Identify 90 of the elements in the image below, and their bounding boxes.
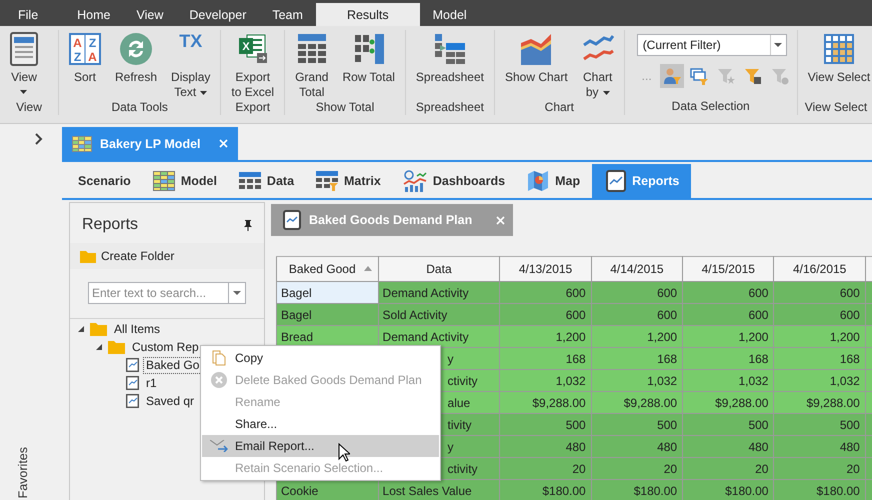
filter-dropdown[interactable]: (Current Filter) bbox=[636, 34, 787, 56]
tree-item[interactable]: r1 bbox=[143, 374, 160, 392]
menu-tab[interactable]: Results bbox=[316, 3, 420, 26]
caret-icon bbox=[233, 291, 241, 295]
text-icon: TX bbox=[179, 30, 202, 66]
tree-item[interactable]: All Items bbox=[111, 320, 164, 338]
filter-tool-button[interactable] bbox=[660, 64, 684, 88]
ribbon-button[interactable]: Spreadsheet bbox=[410, 30, 490, 100]
ribbon-button[interactable]: Row Total bbox=[336, 30, 401, 100]
ribbon-button[interactable]: A Z Z A Sort bbox=[63, 30, 107, 100]
tree-item[interactable]: Custom Rep bbox=[129, 338, 202, 356]
caret-icon bbox=[602, 90, 610, 95]
pin-icon[interactable] bbox=[244, 220, 252, 230]
search-field[interactable]: Enter text to search... bbox=[88, 282, 228, 304]
view-tab[interactable]: Matrix bbox=[306, 164, 391, 198]
grid-icon bbox=[72, 136, 92, 152]
group-label: View bbox=[15, 100, 43, 115]
close-icon[interactable] bbox=[218, 139, 228, 148]
document-icon bbox=[10, 32, 38, 66]
table-icon bbox=[238, 172, 261, 190]
close-icon[interactable] bbox=[496, 216, 506, 224]
favorites-tab[interactable]: Favorites bbox=[16, 446, 30, 498]
ribbon-button[interactable]: Show Chart bbox=[498, 30, 574, 100]
map-icon bbox=[527, 170, 550, 192]
group-label: Export bbox=[234, 100, 272, 115]
report-icon bbox=[126, 376, 139, 390]
column-header[interactable]: 4/16/2015 bbox=[774, 256, 866, 282]
report-icon bbox=[126, 394, 139, 408]
delete-icon bbox=[210, 372, 226, 388]
ribbon-button[interactable]: X Export to Excel bbox=[225, 30, 280, 100]
dropdown-button[interactable] bbox=[228, 282, 246, 304]
group-label: View Select bbox=[804, 100, 868, 115]
tree-item[interactable]: Saved qr bbox=[143, 392, 198, 410]
menu-tab[interactable]: Team bbox=[259, 3, 316, 26]
refresh-icon bbox=[120, 32, 152, 66]
row-total-icon bbox=[352, 32, 385, 66]
folder-icon bbox=[90, 322, 107, 336]
matrix-icon bbox=[316, 171, 338, 191]
group-label: Data Selection bbox=[670, 99, 751, 115]
email-icon bbox=[210, 440, 228, 452]
ribbon-button[interactable]: Refresh bbox=[109, 30, 164, 100]
dashboard-icon bbox=[402, 170, 427, 192]
ribbon-button[interactable]: TX Display Text bbox=[165, 30, 216, 100]
group-label: Chart bbox=[544, 100, 575, 115]
mouse-cursor-icon bbox=[338, 443, 350, 462]
view-tab[interactable]: Model bbox=[142, 164, 227, 198]
ribbon-button[interactable]: View Select bbox=[802, 30, 870, 100]
column-header[interactable]: 4/13/2015 bbox=[500, 256, 592, 282]
report-icon bbox=[283, 210, 301, 230]
column-header[interactable]: Baked Good bbox=[276, 256, 378, 282]
group-label: Spreadsheet bbox=[414, 100, 485, 115]
folder-icon bbox=[80, 250, 96, 262]
menu-tab[interactable]: Model bbox=[420, 3, 480, 26]
expand-arrow-icon[interactable] bbox=[78, 326, 84, 332]
menu-tab[interactable]: File bbox=[8, 3, 64, 26]
menu-item[interactable]: Email Report... bbox=[202, 435, 439, 457]
view-tab[interactable]: Scenario bbox=[68, 164, 141, 198]
caret-icon bbox=[20, 90, 28, 94]
ribbon-button[interactable]: Grand Total bbox=[289, 30, 334, 100]
grid-total-icon bbox=[296, 32, 328, 66]
area-chart-icon bbox=[520, 32, 552, 66]
create-folder-button[interactable]: Create Folder bbox=[70, 243, 264, 269]
caret-icon bbox=[200, 90, 208, 95]
sort-icon: A Z Z A bbox=[69, 32, 101, 66]
column-header[interactable]: 4/15/2015 bbox=[682, 256, 774, 282]
report-icon bbox=[126, 358, 139, 372]
ribbon-button[interactable]: Chart by bbox=[576, 30, 620, 100]
group-label: Show Total bbox=[314, 100, 376, 115]
sort-arrow-icon bbox=[364, 266, 372, 271]
view-tab[interactable]: Dashboards bbox=[392, 164, 516, 198]
panel-title: Reports bbox=[82, 216, 138, 234]
report-icon bbox=[606, 170, 626, 192]
grid-icon bbox=[822, 32, 855, 66]
folder-icon bbox=[108, 340, 125, 354]
spreadsheet-icon bbox=[434, 32, 466, 66]
group-label: Data Tools bbox=[110, 100, 169, 115]
copy-icon bbox=[212, 350, 226, 366]
expand-arrow-icon[interactable] bbox=[96, 344, 102, 350]
menu-tab[interactable]: Home bbox=[64, 3, 124, 26]
column-header[interactable]: 4/14/2015 bbox=[591, 256, 683, 282]
chevron-icon[interactable] bbox=[35, 133, 43, 145]
view-tab[interactable]: Data bbox=[228, 164, 304, 198]
view-tab[interactable]: Map bbox=[517, 164, 590, 198]
caret-icon bbox=[774, 43, 782, 47]
column-header[interactable]: Data bbox=[378, 256, 500, 282]
menu-tab[interactable]: Developer bbox=[176, 3, 260, 26]
table-cell: Bagel bbox=[276, 282, 378, 304]
ribbon-button[interactable]: View bbox=[4, 30, 44, 100]
grid-icon bbox=[152, 171, 175, 191]
menu-tab[interactable]: View bbox=[124, 3, 176, 26]
